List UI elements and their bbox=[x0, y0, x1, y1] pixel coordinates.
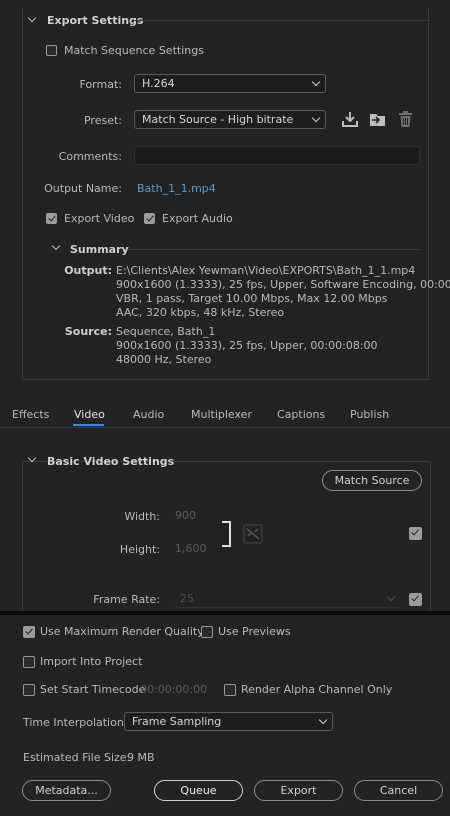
chevron-down-icon bbox=[318, 715, 328, 725]
preset-value: Match Source - High bitrate bbox=[142, 113, 294, 126]
summary-output-line: VBR, 1 pass, Target 10.00 Mbps, Max 12.0… bbox=[116, 292, 388, 305]
height-label: Height: bbox=[119, 543, 160, 556]
output-name-link[interactable]: Bath_1_1.mp4 bbox=[137, 182, 216, 195]
format-value: H.264 bbox=[142, 77, 175, 90]
summary-output-key: Output: bbox=[64, 264, 112, 277]
preset-dropdown[interactable]: Match Source - High bitrate bbox=[134, 110, 326, 129]
height-value[interactable]: 1,600 bbox=[175, 542, 207, 555]
save-preset-icon[interactable] bbox=[341, 111, 359, 128]
width-label: Width: bbox=[124, 510, 160, 523]
aspect-link-bracket bbox=[222, 521, 231, 547]
set-start-timecode-label: Set Start Timecode bbox=[40, 683, 146, 696]
import-into-project-checkbox[interactable] bbox=[23, 656, 35, 668]
max-render-quality-label: Use Maximum Render Quality bbox=[40, 625, 204, 638]
comments-label: Comments: bbox=[58, 150, 122, 163]
summary-divider bbox=[128, 249, 420, 250]
chevron-down-icon bbox=[386, 592, 396, 602]
summary-output-line: AAC, 320 kbps, 48 kHz, Stereo bbox=[116, 306, 285, 319]
export-settings-title: Export Settings bbox=[47, 14, 144, 27]
tab-multiplexer[interactable]: Multiplexer bbox=[191, 408, 252, 421]
tab-video[interactable]: Video bbox=[74, 408, 105, 421]
export-audio-checkbox[interactable] bbox=[144, 213, 155, 224]
chevron-down-icon bbox=[311, 77, 321, 87]
width-value[interactable]: 900 bbox=[175, 509, 196, 522]
use-previews-label: Use Previews bbox=[218, 625, 291, 638]
summary-title: Summary bbox=[70, 243, 129, 256]
comments-input[interactable] bbox=[134, 146, 420, 165]
basic-video-title: Basic Video Settings bbox=[47, 455, 175, 468]
render-alpha-checkbox[interactable] bbox=[224, 684, 236, 696]
summary-source-key: Source: bbox=[64, 325, 112, 338]
queue-button[interactable]: Queue bbox=[154, 780, 243, 801]
summary-source-line: 900x1600 (1.3333), 25 fps, Upper, 00:00:… bbox=[116, 339, 378, 352]
tab-publish[interactable]: Publish bbox=[350, 408, 389, 421]
frame-rate-label: Frame Rate: bbox=[93, 593, 160, 606]
time-interpolation-value: Frame Sampling bbox=[132, 715, 222, 728]
import-preset-icon[interactable] bbox=[368, 111, 387, 128]
match-source-button[interactable]: Match Source bbox=[322, 470, 422, 491]
frame-rate-dropdown[interactable]: 25 bbox=[174, 589, 402, 608]
preset-label: Preset: bbox=[83, 114, 122, 127]
format-label: Format: bbox=[79, 78, 122, 91]
render-alpha-label: Render Alpha Channel Only bbox=[241, 683, 393, 696]
export-button[interactable]: Export bbox=[254, 780, 343, 801]
summary-output-line: E:\Clients\Alex Yewman\Video\EXPORTS\Bat… bbox=[116, 264, 416, 277]
unlink-icon[interactable] bbox=[243, 524, 263, 544]
max-render-quality-checkbox[interactable] bbox=[23, 626, 35, 638]
estimated-file-size-value: 9 MB bbox=[127, 751, 155, 764]
summary-source-line: Sequence, Bath_1 bbox=[116, 325, 216, 338]
output-name-label: Output Name: bbox=[44, 182, 122, 195]
export-video-label: Export Video bbox=[64, 212, 135, 225]
summary-output-line: 900x1600 (1.3333), 25 fps, Upper, Softwa… bbox=[116, 278, 450, 291]
delete-preset-icon[interactable] bbox=[398, 111, 413, 128]
start-timecode-value[interactable]: 00:00:00:00 bbox=[140, 683, 207, 696]
frame-rate-value: 25 bbox=[180, 592, 194, 605]
tab-captions[interactable]: Captions bbox=[277, 408, 325, 421]
scroll-boundary bbox=[0, 611, 450, 615]
format-dropdown[interactable]: H.264 bbox=[134, 74, 326, 93]
match-sequence-label: Match Sequence Settings bbox=[64, 44, 204, 57]
import-into-project-label: Import Into Project bbox=[40, 655, 143, 668]
chevron-down-icon bbox=[311, 113, 321, 123]
frame-rate-match-checkbox[interactable] bbox=[409, 593, 422, 606]
tab-divider bbox=[0, 427, 450, 428]
cancel-button[interactable]: Cancel bbox=[354, 780, 443, 801]
set-start-timecode-checkbox[interactable] bbox=[23, 684, 35, 696]
tab-effects[interactable]: Effects bbox=[12, 408, 49, 421]
metadata-button[interactable]: Metadata... bbox=[22, 780, 111, 801]
time-interpolation-dropdown[interactable]: Frame Sampling bbox=[124, 712, 333, 731]
match-sequence-checkbox[interactable] bbox=[46, 45, 57, 56]
tab-audio[interactable]: Audio bbox=[133, 408, 164, 421]
use-previews-checkbox[interactable] bbox=[201, 626, 213, 638]
summary-source-line: 48000 Hz, Stereo bbox=[116, 353, 212, 366]
export-video-checkbox[interactable] bbox=[46, 213, 57, 224]
section-divider bbox=[134, 20, 429, 21]
estimated-file-size-label: Estimated File Size: bbox=[23, 751, 131, 764]
active-tab-indicator bbox=[73, 424, 104, 426]
export-audio-label: Export Audio bbox=[162, 212, 233, 225]
time-interpolation-label: Time Interpolation: bbox=[23, 716, 128, 729]
size-match-checkbox[interactable] bbox=[409, 527, 422, 540]
